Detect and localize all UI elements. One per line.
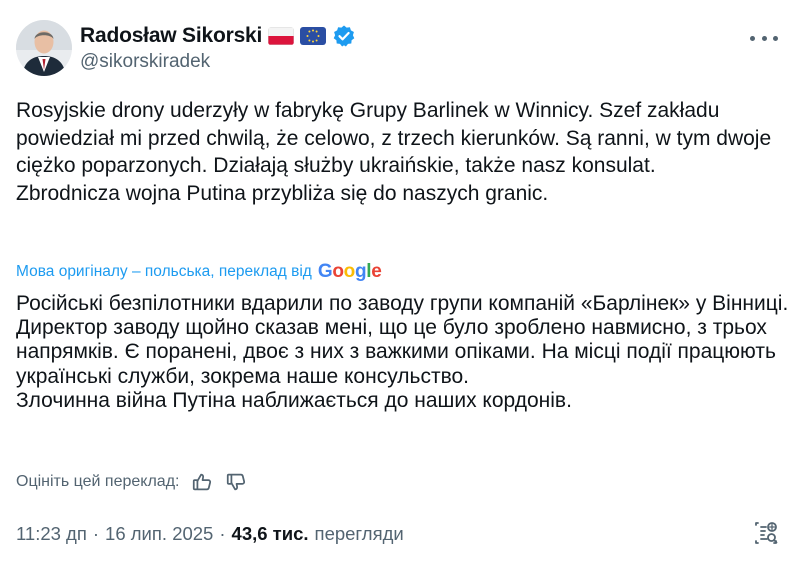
tweet-paragraph: Rosyjskie drony uderzyły w fabrykę Grupy… <box>16 99 772 177</box>
author-name-row: Radosław Sikorski <box>80 22 356 50</box>
tweet-text: Rosyjskie drony uderzyły w fabrykę Grupy… <box>16 97 791 207</box>
eu-flag-icon <box>300 27 327 45</box>
views-label: перегляди <box>314 523 404 544</box>
tweet-paragraph: Zbrodnicza wojna Putina przybliża się do… <box>16 181 549 205</box>
grok-analytics-icon[interactable] <box>752 519 780 547</box>
avatar[interactable] <box>16 20 72 76</box>
tweet-time[interactable]: 11:23 дп <box>16 523 87 545</box>
rate-translation-row: Оцініть цей переклад: <box>16 470 247 494</box>
google-logo: Google <box>317 261 382 282</box>
meta-separator: · <box>92 523 100 544</box>
thumbs-up-icon[interactable] <box>191 471 213 493</box>
views-count: 43,6 тис. <box>231 523 309 544</box>
translation-attribution[interactable]: Мова оригіналу – польська, переклад від … <box>16 261 382 282</box>
author-name[interactable]: Radosław Sikorski <box>80 24 262 48</box>
translation-label[interactable]: Мова оригіналу – польська, переклад від <box>16 263 312 281</box>
tweet-date[interactable]: 16 лип. 2025 <box>105 523 213 545</box>
rate-translation-label: Оцініть цей переклад: <box>16 473 180 490</box>
translated-paragraph: Злочинна війна Путіна наближається до на… <box>16 388 572 412</box>
meta-separator: · <box>219 523 226 544</box>
thumbs-down-icon[interactable] <box>225 471 247 493</box>
poland-flag-icon <box>268 27 295 45</box>
translated-paragraph: Російські безпілотники вдарили по заводу… <box>16 292 789 388</box>
author-handle[interactable]: @sikorskiradek <box>80 51 210 73</box>
translated-text: Російські безпілотники вдарили по заводу… <box>16 292 791 413</box>
tweet-meta: 11:23 дп · 16 лип. 2025 · 43,6 тис. пере… <box>16 522 404 546</box>
more-icon[interactable] <box>750 28 778 48</box>
verified-badge-icon[interactable] <box>332 24 356 48</box>
tweet: Radosław Sikorski @sikorskiradek Rosyjsk… <box>0 0 806 569</box>
